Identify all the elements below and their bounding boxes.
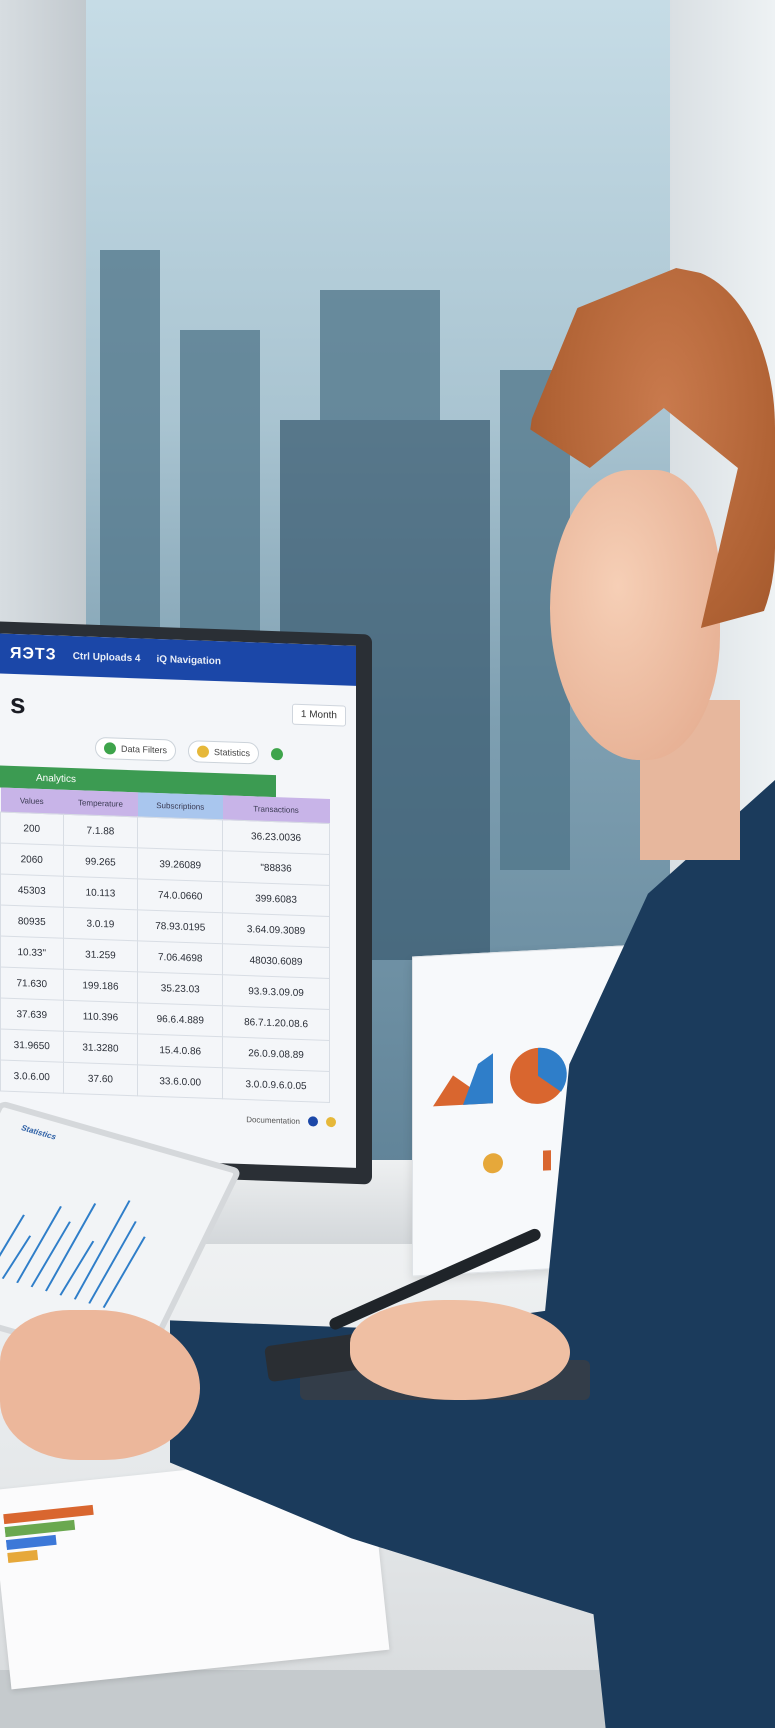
table-cell: 80935	[0, 905, 63, 939]
topbar-right[interactable]: iQ Navigation	[156, 653, 220, 666]
table-cell: 10.113	[63, 876, 138, 910]
date-range-button[interactable]: 1 Month	[291, 703, 346, 727]
table-cell: 31.259	[63, 938, 138, 972]
table-cell: 78.93.0195	[137, 909, 223, 944]
table-cell: 199.186	[63, 969, 138, 1003]
tablet-bar	[102, 1236, 146, 1308]
table-cell: 10.33"	[0, 936, 63, 970]
table-cell: 33.6.0.00	[137, 1064, 223, 1099]
monitor-screen: ЯЭТЗ Ctrl Uploads 4 iQ Navigation s 1 Mo…	[0, 633, 356, 1168]
table-cell: 45303	[0, 874, 63, 908]
table-cell: 3.0.6.00	[0, 1060, 63, 1094]
table-cell: 3.64.09.3089	[222, 912, 330, 948]
tablet-bar-chart	[0, 1200, 146, 1308]
tablet-bar	[0, 1214, 25, 1275]
photo-scene: ЯЭТЗ Ctrl Uploads 4 iQ Navigation s 1 Mo…	[0, 0, 775, 1728]
table-cell: 399.6083	[222, 881, 330, 917]
footer-text: Documentation	[246, 1114, 300, 1126]
footer-logo-icon	[308, 1116, 318, 1127]
table-cell: 3.0.0.9.6.0.05	[222, 1067, 330, 1103]
topbar-tabs[interactable]: Ctrl Uploads 4	[73, 651, 141, 664]
window-frame-left	[0, 0, 86, 640]
table-cell: 93.9.3.09.09	[222, 974, 330, 1010]
chip-dot-icon	[197, 745, 210, 758]
paper-bar	[7, 1549, 39, 1563]
footer-logo-icon	[326, 1116, 336, 1128]
table-cell: 200	[0, 812, 63, 846]
person-left-hand	[0, 1310, 200, 1460]
tablet-bar	[30, 1221, 71, 1288]
table-cell	[137, 816, 223, 851]
table-cell: 3.0.19	[63, 907, 138, 941]
tablet-bar	[59, 1240, 95, 1296]
column-header[interactable]: Transactions	[222, 795, 330, 824]
table-cell: 71.630	[0, 967, 63, 1001]
table-cell: 37.639	[0, 998, 63, 1032]
table-cell: 96.6.4.889	[137, 1002, 223, 1037]
monitor: ЯЭТЗ Ctrl Uploads 4 iQ Navigation s 1 Mo…	[0, 621, 372, 1185]
table-cell: 7.1.88	[63, 814, 138, 848]
chip-dot-icon	[104, 742, 116, 755]
table-cell: 35.23.03	[137, 971, 223, 1006]
data-table: Values Temperature Subscriptions Transac…	[0, 787, 330, 1104]
tablet-bar	[73, 1200, 131, 1300]
status-dot-icon[interactable]	[271, 747, 284, 761]
table-cell: 86.7.1.20.08.6	[222, 1005, 330, 1041]
person-right-hand	[350, 1300, 570, 1400]
column-header[interactable]: Values	[0, 787, 63, 815]
paper-bar	[3, 1504, 94, 1525]
table-cell: 48030.6089	[222, 943, 330, 979]
report-bar	[543, 1150, 551, 1171]
tablet-bar	[1, 1235, 32, 1280]
page-title: s	[10, 687, 26, 720]
column-header[interactable]: Temperature	[63, 789, 138, 817]
table-cell: 26.0.9.08.89	[222, 1036, 330, 1072]
report-mini-chart	[483, 1153, 503, 1174]
table-cell: 31.3280	[63, 1031, 138, 1065]
chip-label: Data Filters	[121, 743, 168, 756]
paper-bar	[5, 1534, 57, 1551]
table-cell: "88836	[222, 850, 330, 886]
table-cell: 74.0.0660	[137, 878, 223, 913]
filter-chip[interactable]: Data Filters	[95, 736, 177, 762]
table-cell: 36.23.0036	[222, 819, 330, 855]
skyline-building	[320, 290, 440, 420]
table-cell: 2060	[0, 843, 63, 877]
table-cell: 31.9650	[0, 1029, 63, 1063]
table-cell: 110.396	[63, 1000, 138, 1034]
table-cell: 37.60	[63, 1062, 138, 1096]
paper-bar-chart	[3, 1504, 94, 1563]
table-cell: 15.4.0.86	[137, 1033, 223, 1068]
column-header[interactable]: Subscriptions	[137, 792, 223, 820]
statistics-chip[interactable]: Statistics	[188, 740, 260, 765]
chip-label: Statistics	[214, 746, 251, 759]
app-brand: ЯЭТЗ	[10, 644, 57, 664]
table-cell: 39.26089	[137, 847, 223, 882]
table-cell: 99.265	[63, 845, 138, 879]
table-cell: 7.06.4698	[137, 940, 223, 975]
report-area-series	[463, 1053, 493, 1105]
